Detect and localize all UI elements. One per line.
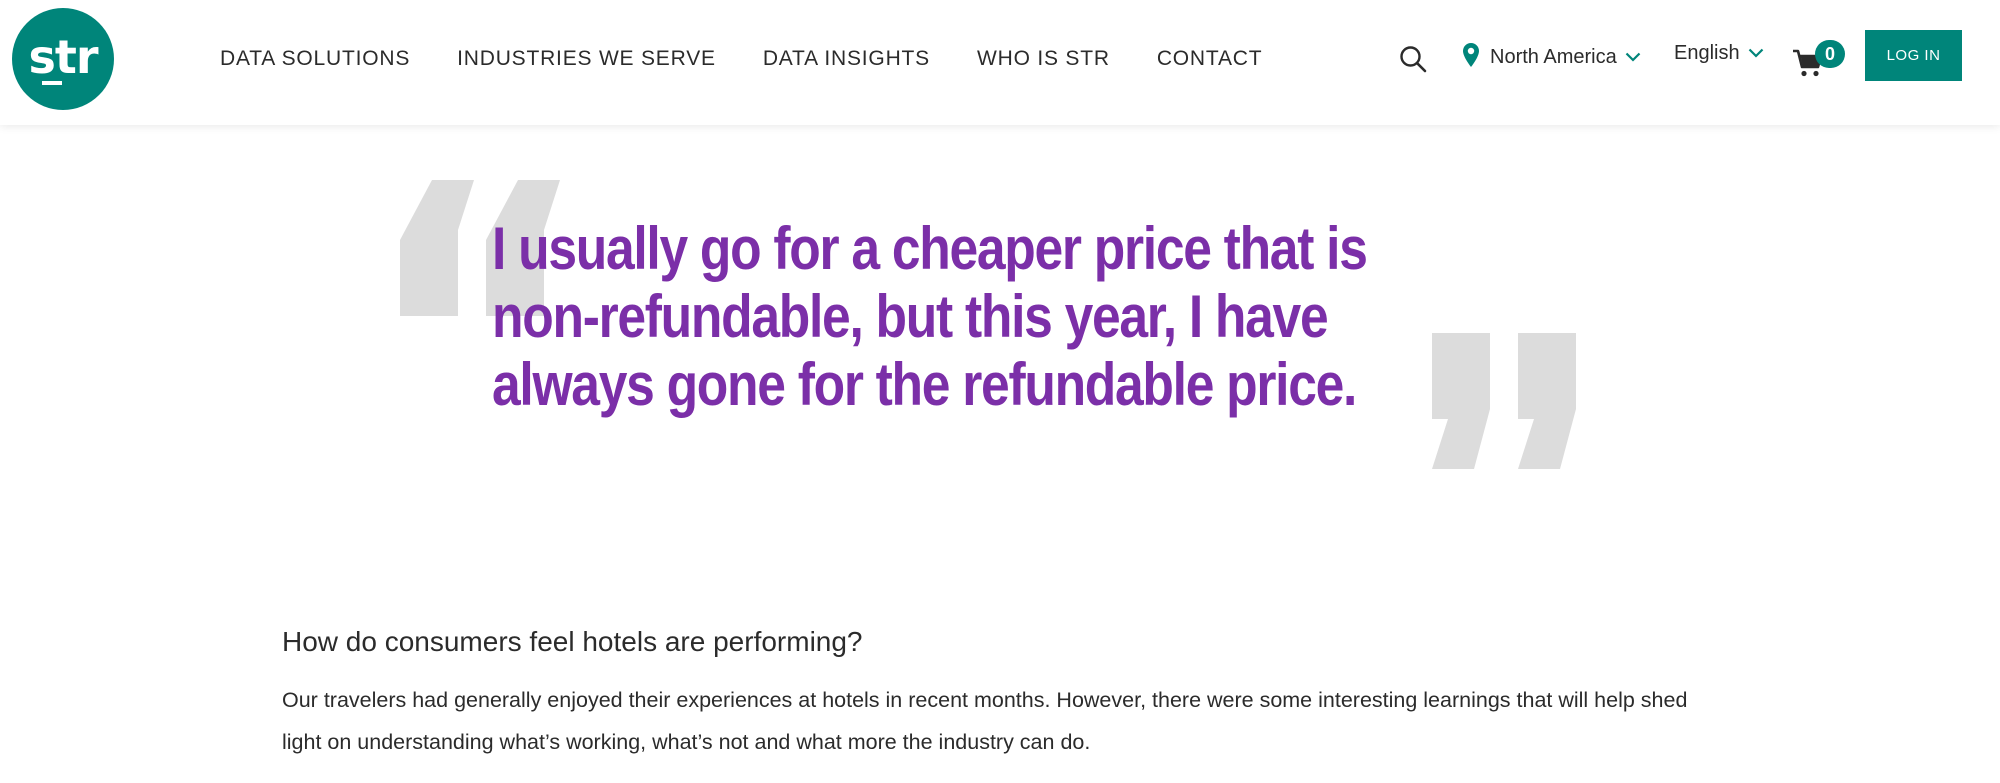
quote-text: I usually go for a cheaper price that is… bbox=[492, 215, 1368, 418]
search-icon[interactable] bbox=[1398, 44, 1428, 74]
article-heading: How do consumers feel hotels are perform… bbox=[282, 626, 863, 657]
region-selector[interactable]: North America bbox=[1462, 42, 1641, 73]
pull-quote: I usually go for a cheaper price that is… bbox=[0, 125, 2000, 575]
login-button[interactable]: LOG IN bbox=[1865, 30, 1962, 81]
nav-item-industries[interactable]: INDUSTRIES WE SERVE bbox=[457, 47, 716, 71]
language-selector[interactable]: English bbox=[1674, 42, 1764, 65]
str-logo[interactable]: str bbox=[12, 8, 114, 110]
language-label: English bbox=[1674, 42, 1740, 64]
logo-underline bbox=[42, 81, 62, 85]
nav-item-contact[interactable]: CONTACT bbox=[1157, 47, 1263, 71]
main-nav: DATA SOLUTIONS INDUSTRIES WE SERVE DATA … bbox=[220, 0, 1309, 118]
close-quote-mark-icon bbox=[1432, 333, 1592, 474]
region-label: North America bbox=[1490, 46, 1617, 68]
chevron-down-icon bbox=[1625, 49, 1641, 67]
cart-count-badge: 0 bbox=[1815, 40, 1845, 68]
article-body: Our travelers had generally enjoyed thei… bbox=[282, 688, 1688, 754]
chevron-down-icon bbox=[1748, 45, 1764, 63]
site-header: str DATA SOLUTIONS INDUSTRIES WE SERVE D… bbox=[0, 0, 2000, 125]
map-pin-icon bbox=[1462, 42, 1480, 73]
nav-item-who-is-str[interactable]: WHO IS STR bbox=[977, 47, 1110, 71]
logo-text: str bbox=[28, 30, 98, 84]
nav-item-data-solutions[interactable]: DATA SOLUTIONS bbox=[220, 47, 410, 71]
nav-item-data-insights[interactable]: DATA INSIGHTS bbox=[763, 47, 930, 71]
